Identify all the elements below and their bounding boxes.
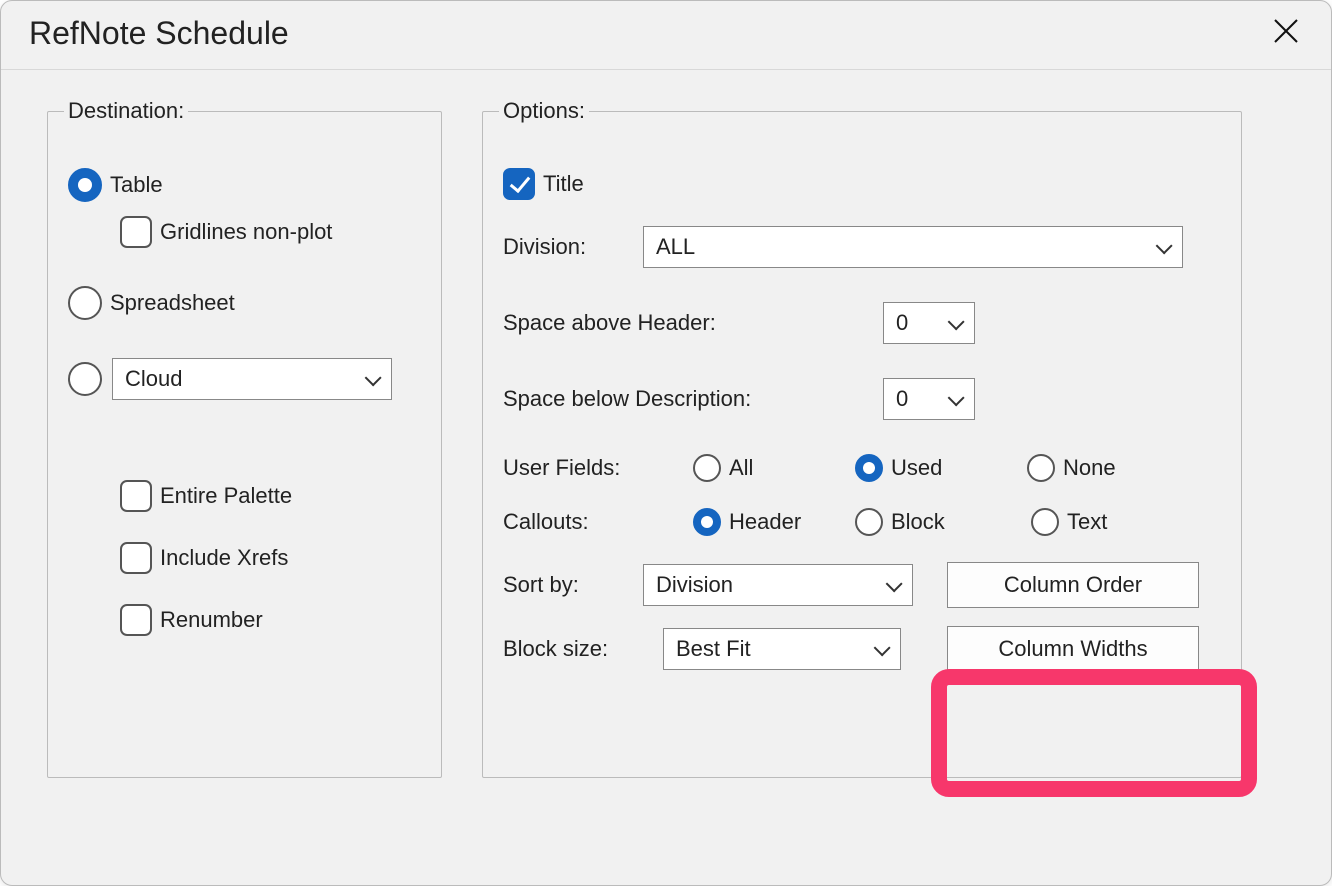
close-button[interactable] bbox=[1265, 13, 1307, 53]
callouts-text-label: Text bbox=[1067, 509, 1107, 535]
callouts-block-label: Block bbox=[891, 509, 945, 535]
gridlines-non-plot-checkbox[interactable]: Gridlines non-plot bbox=[120, 216, 332, 248]
checkbox-icon bbox=[120, 216, 152, 248]
title-checkbox[interactable]: Title bbox=[503, 168, 584, 200]
include-xrefs-label: Include Xrefs bbox=[160, 545, 288, 571]
user-fields-all-label: All bbox=[729, 455, 753, 481]
radio-icon bbox=[855, 454, 883, 482]
close-icon bbox=[1273, 18, 1299, 44]
checkbox-icon bbox=[120, 480, 152, 512]
callouts-label: Callouts: bbox=[503, 509, 693, 535]
user-fields-radio-group: All Used None bbox=[693, 454, 1116, 482]
sort-by-select[interactable]: Division bbox=[643, 564, 913, 606]
user-fields-used-label: Used bbox=[891, 455, 942, 481]
radio-icon bbox=[68, 168, 102, 202]
include-xrefs-checkbox[interactable]: Include Xrefs bbox=[120, 542, 288, 574]
column-widths-label: Column Widths bbox=[998, 636, 1147, 662]
titlebar: RefNote Schedule bbox=[1, 1, 1331, 70]
destination-table-radio[interactable]: Table bbox=[68, 168, 163, 202]
options-group: Options: Title Division: ALL Space above… bbox=[482, 98, 1242, 778]
chevron-down-icon bbox=[946, 394, 962, 404]
destination-cloud-radio[interactable] bbox=[68, 362, 102, 396]
radio-icon bbox=[68, 286, 102, 320]
block-size-select[interactable]: Best Fit bbox=[663, 628, 901, 670]
division-label: Division: bbox=[503, 234, 643, 260]
options-legend: Options: bbox=[499, 98, 589, 124]
destination-table-label: Table bbox=[110, 172, 163, 198]
callouts-text-radio[interactable]: Text bbox=[1031, 508, 1107, 536]
space-below-description-select[interactable]: 0 bbox=[883, 378, 975, 420]
radio-icon bbox=[693, 508, 721, 536]
renumber-checkbox[interactable]: Renumber bbox=[120, 604, 263, 636]
title-label: Title bbox=[543, 171, 584, 197]
callouts-header-label: Header bbox=[729, 509, 801, 535]
refnote-schedule-dialog: RefNote Schedule Destination: Table Grid… bbox=[0, 0, 1332, 886]
gridlines-label: Gridlines non-plot bbox=[160, 219, 332, 245]
entire-palette-checkbox[interactable]: Entire Palette bbox=[120, 480, 292, 512]
destination-cloud-value: Cloud bbox=[125, 366, 182, 392]
sort-by-value: Division bbox=[656, 572, 733, 598]
chevron-down-icon bbox=[1154, 242, 1170, 252]
radio-icon bbox=[68, 362, 102, 396]
renumber-label: Renumber bbox=[160, 607, 263, 633]
destination-cloud-select[interactable]: Cloud bbox=[112, 358, 392, 400]
chevron-down-icon bbox=[872, 644, 888, 654]
radio-icon bbox=[1031, 508, 1059, 536]
callouts-radio-group: Header Block Text bbox=[693, 508, 1107, 536]
destination-spreadsheet-radio[interactable]: Spreadsheet bbox=[68, 286, 235, 320]
radio-icon bbox=[855, 508, 883, 536]
block-size-value: Best Fit bbox=[676, 636, 751, 662]
column-order-button[interactable]: Column Order bbox=[947, 562, 1199, 608]
destination-legend: Destination: bbox=[64, 98, 188, 124]
chevron-down-icon bbox=[363, 374, 379, 384]
callouts-block-radio[interactable]: Block bbox=[855, 508, 969, 536]
destination-group: Destination: Table Gridlines non-plot Sp… bbox=[47, 98, 442, 778]
sort-by-label: Sort by: bbox=[503, 572, 643, 598]
dialog-content: Destination: Table Gridlines non-plot Sp… bbox=[1, 70, 1331, 818]
space-above-header-label: Space above Header: bbox=[503, 310, 883, 336]
checkbox-icon bbox=[503, 168, 535, 200]
column-order-label: Column Order bbox=[1004, 572, 1142, 598]
space-above-header-select[interactable]: 0 bbox=[883, 302, 975, 344]
user-fields-none-label: None bbox=[1063, 455, 1116, 481]
radio-icon bbox=[1027, 454, 1055, 482]
checkbox-icon bbox=[120, 604, 152, 636]
user-fields-used-radio[interactable]: Used bbox=[855, 454, 965, 482]
user-fields-all-radio[interactable]: All bbox=[693, 454, 793, 482]
callouts-header-radio[interactable]: Header bbox=[693, 508, 825, 536]
entire-palette-label: Entire Palette bbox=[160, 483, 292, 509]
division-value: ALL bbox=[656, 234, 695, 260]
chevron-down-icon bbox=[946, 318, 962, 328]
chevron-down-icon bbox=[884, 580, 900, 590]
user-fields-none-radio[interactable]: None bbox=[1027, 454, 1116, 482]
column-widths-button[interactable]: Column Widths bbox=[947, 626, 1199, 672]
block-size-label: Block size: bbox=[503, 636, 663, 662]
space-above-header-value: 0 bbox=[896, 310, 908, 336]
space-below-description-label: Space below Description: bbox=[503, 386, 883, 412]
radio-icon bbox=[693, 454, 721, 482]
destination-spreadsheet-label: Spreadsheet bbox=[110, 290, 235, 316]
user-fields-label: User Fields: bbox=[503, 455, 693, 481]
space-below-desc-value: 0 bbox=[896, 386, 908, 412]
dialog-title: RefNote Schedule bbox=[29, 15, 289, 52]
checkbox-icon bbox=[120, 542, 152, 574]
division-select[interactable]: ALL bbox=[643, 226, 1183, 268]
